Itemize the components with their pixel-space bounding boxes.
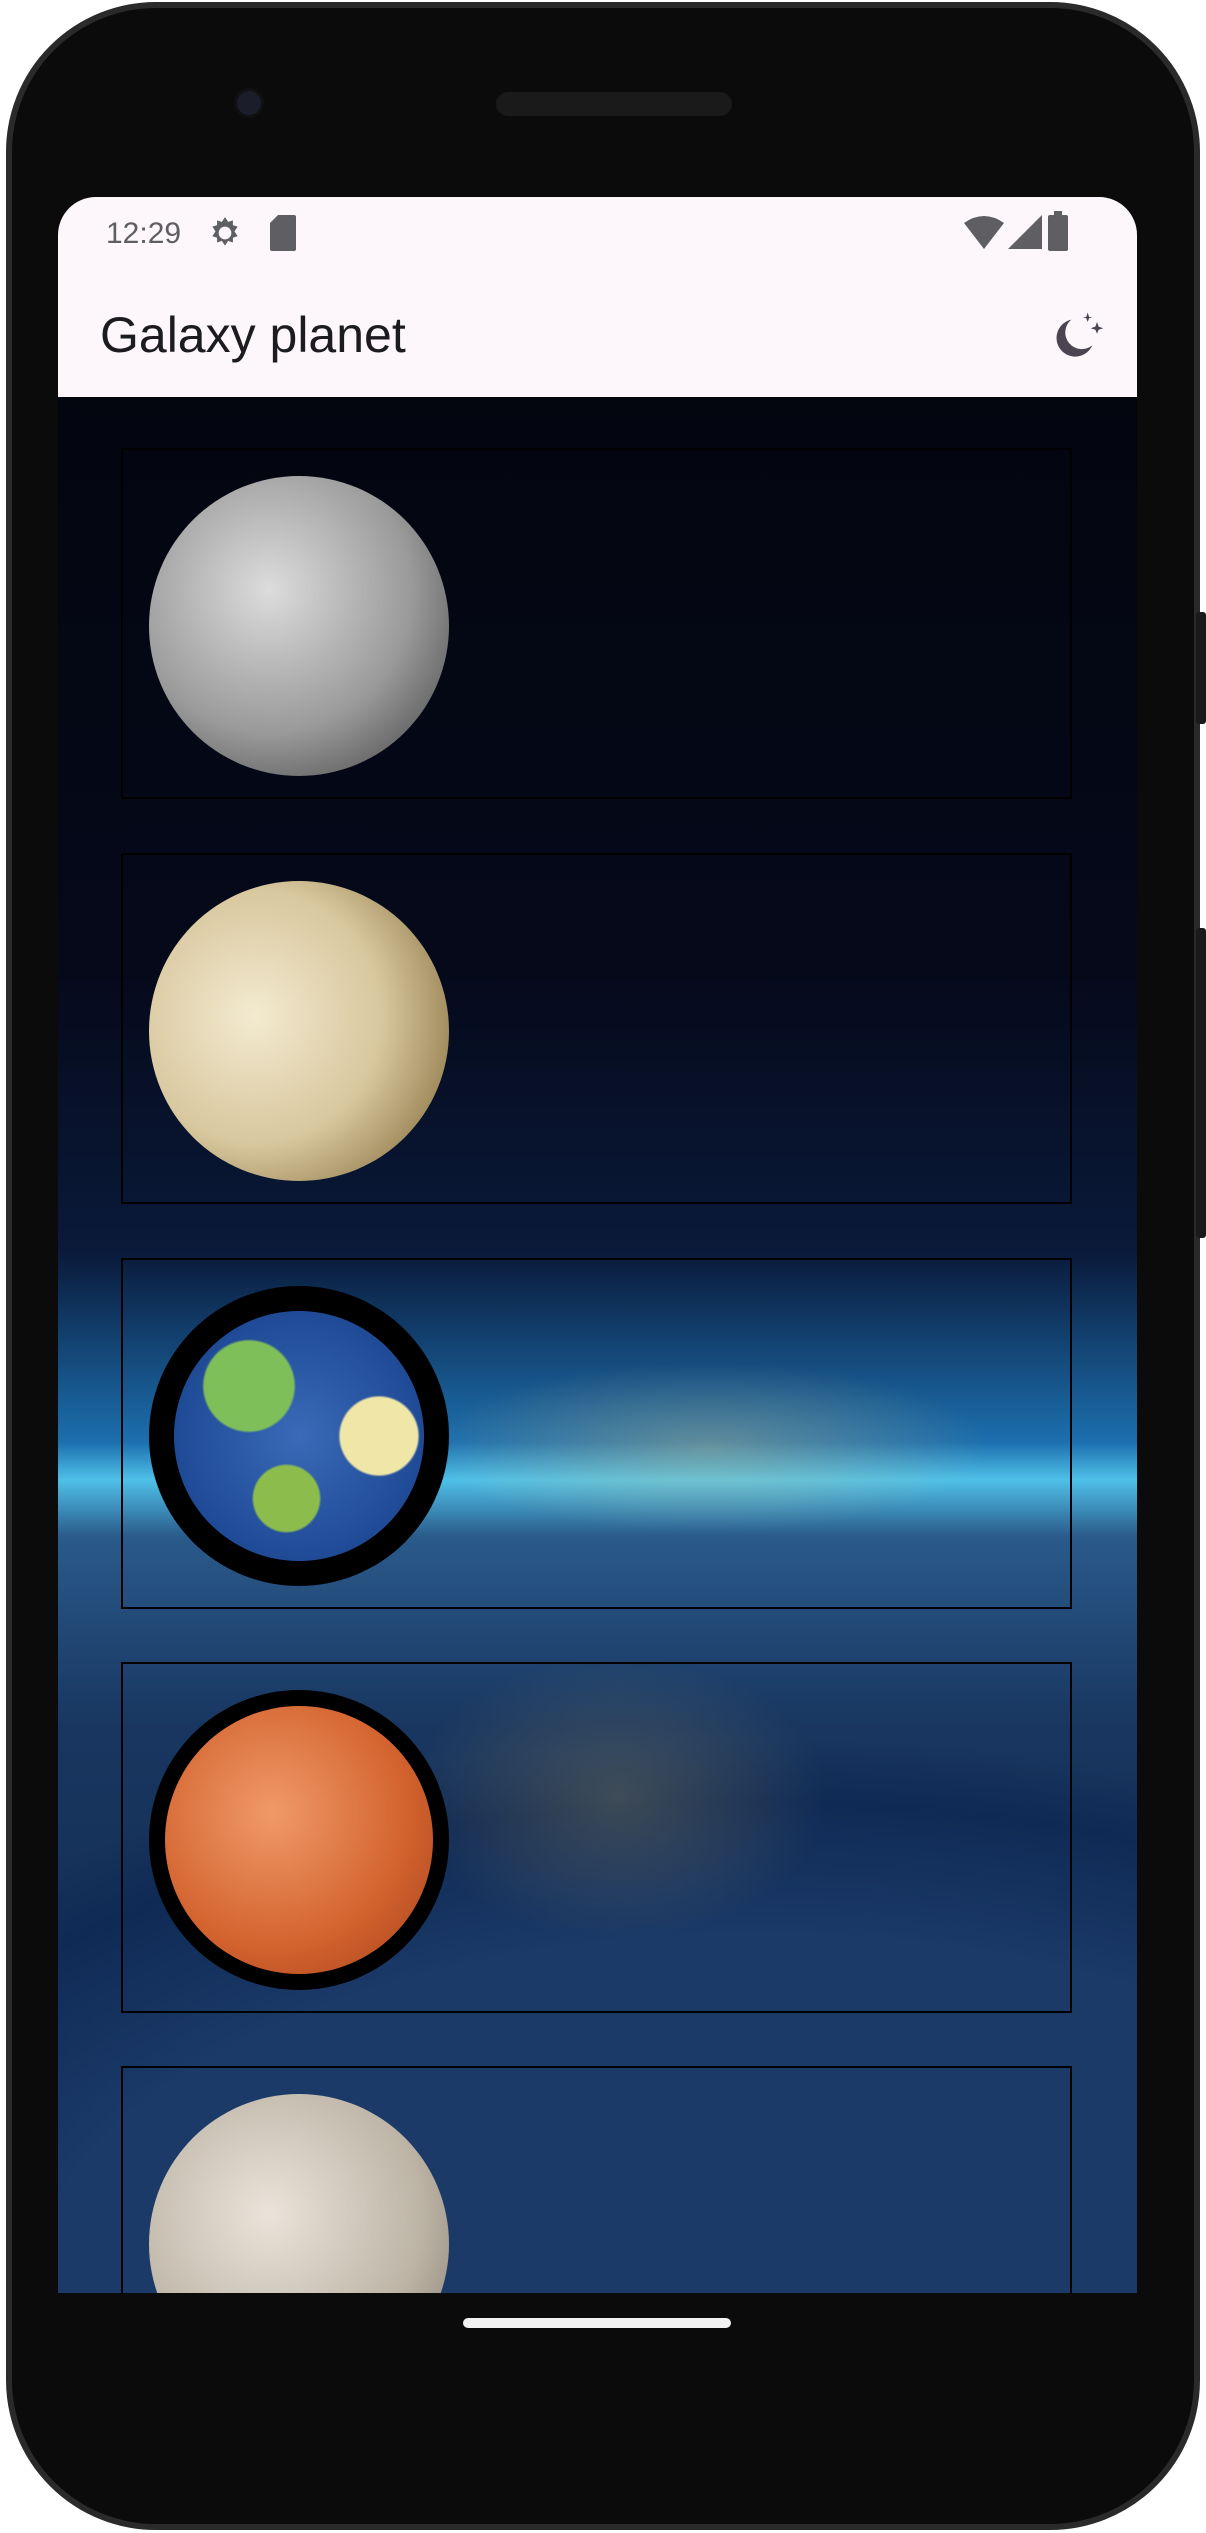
planet-card-venus[interactable] (121, 853, 1072, 1204)
power-button (1196, 612, 1206, 724)
battery-icon (1048, 211, 1068, 251)
wifi-icon (964, 216, 1004, 249)
settings-gear-icon (212, 217, 238, 246)
mars-image (149, 1690, 449, 1990)
status-bar: 12:29 (58, 197, 1137, 272)
planet-card-moon[interactable] (121, 2066, 1072, 2293)
earth-image (149, 1286, 449, 1586)
earth-globe (174, 1311, 424, 1561)
planet-card-mars[interactable] (121, 1662, 1072, 2013)
earpiece-speaker (496, 92, 732, 116)
planet-card-earth[interactable] (121, 1258, 1072, 1609)
moon-image (149, 2094, 449, 2293)
dark-mode-moon-stars-icon[interactable] (1048, 308, 1104, 364)
cellular-signal-icon (1008, 215, 1042, 249)
status-time: 12:29 (106, 217, 182, 250)
app-screen: 12:29 Galaxy planet (58, 197, 1137, 2293)
volume-button (1196, 928, 1206, 1238)
page-title: Galaxy planet (100, 307, 406, 363)
sd-card-icon (270, 215, 296, 251)
top-app-bar: Galaxy planet (58, 272, 1137, 397)
front-camera (234, 88, 264, 118)
mars-globe (165, 1706, 433, 1974)
mercury-image (149, 476, 449, 776)
planet-card-mercury[interactable] (121, 448, 1072, 799)
gesture-nav-handle[interactable] (463, 2318, 731, 2328)
venus-image (149, 881, 449, 1181)
